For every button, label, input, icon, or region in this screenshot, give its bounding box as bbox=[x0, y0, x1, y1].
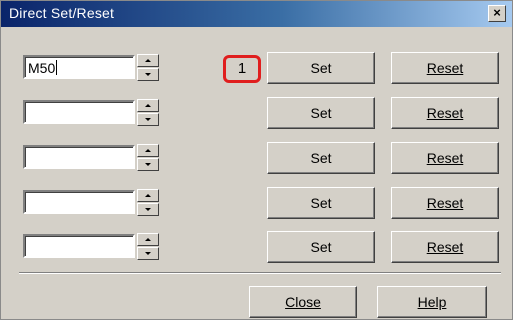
device-input-2[interactable] bbox=[23, 100, 135, 124]
device-row-2: Set Reset bbox=[1, 97, 512, 129]
reset-label-3: Reset bbox=[426, 150, 464, 166]
device-input-1-value: M50 bbox=[28, 60, 56, 76]
current-value-badge: 1 bbox=[223, 55, 261, 83]
spin-down-icon[interactable] bbox=[137, 247, 159, 260]
set-button-2[interactable]: Set bbox=[267, 97, 375, 129]
device-row-3: Set Reset bbox=[1, 142, 512, 174]
title-bar[interactable]: Direct Set/Reset × bbox=[1, 1, 512, 27]
help-button[interactable]: Help bbox=[377, 286, 487, 318]
help-label: Help bbox=[417, 294, 447, 310]
set-button-4[interactable]: Set bbox=[267, 187, 375, 219]
device-spinner-2[interactable] bbox=[137, 99, 159, 127]
close-button[interactable]: Close bbox=[249, 286, 357, 318]
text-caret bbox=[56, 60, 58, 75]
device-input-3[interactable] bbox=[23, 145, 135, 169]
dialog-window: Direct Set/Reset × M50 1 Set Reset Set R… bbox=[0, 0, 513, 320]
device-spinner-3[interactable] bbox=[137, 144, 159, 172]
device-spinner-1[interactable] bbox=[137, 54, 159, 82]
separator bbox=[19, 272, 501, 274]
reset-label-5: Reset bbox=[426, 239, 464, 255]
window-title: Direct Set/Reset bbox=[9, 5, 115, 21]
reset-button-4[interactable]: Reset bbox=[391, 187, 499, 219]
reset-button-2[interactable]: Reset bbox=[391, 97, 499, 129]
reset-button-3[interactable]: Reset bbox=[391, 142, 499, 174]
spin-down-icon[interactable] bbox=[137, 113, 159, 126]
device-spinner-4[interactable] bbox=[137, 189, 159, 217]
spin-down-icon[interactable] bbox=[137, 158, 159, 171]
device-input-4[interactable] bbox=[23, 190, 135, 214]
reset-label-1: Reset bbox=[426, 60, 464, 76]
close-label: Close bbox=[285, 294, 321, 310]
spin-up-icon[interactable] bbox=[137, 189, 159, 202]
reset-label-2: Reset bbox=[426, 105, 464, 121]
device-input-5[interactable] bbox=[23, 234, 135, 258]
set-button-5[interactable]: Set bbox=[267, 231, 375, 263]
reset-button-1[interactable]: Reset bbox=[391, 52, 499, 84]
spin-down-icon[interactable] bbox=[137, 203, 159, 216]
spin-up-icon[interactable] bbox=[137, 233, 159, 246]
reset-label-4: Reset bbox=[426, 195, 464, 211]
device-input-1[interactable]: M50 bbox=[23, 55, 135, 79]
device-row-1: M50 1 Set Reset bbox=[1, 52, 512, 84]
reset-button-5[interactable]: Reset bbox=[391, 231, 499, 263]
spin-up-icon[interactable] bbox=[137, 54, 159, 67]
set-button-1[interactable]: Set bbox=[267, 52, 375, 84]
spin-up-icon[interactable] bbox=[137, 144, 159, 157]
device-row-4: Set Reset bbox=[1, 187, 512, 219]
close-icon[interactable]: × bbox=[488, 5, 506, 22]
device-row-5: Set Reset bbox=[1, 231, 512, 263]
device-spinner-5[interactable] bbox=[137, 233, 159, 261]
spin-up-icon[interactable] bbox=[137, 99, 159, 112]
spin-down-icon[interactable] bbox=[137, 68, 159, 81]
set-button-3[interactable]: Set bbox=[267, 142, 375, 174]
